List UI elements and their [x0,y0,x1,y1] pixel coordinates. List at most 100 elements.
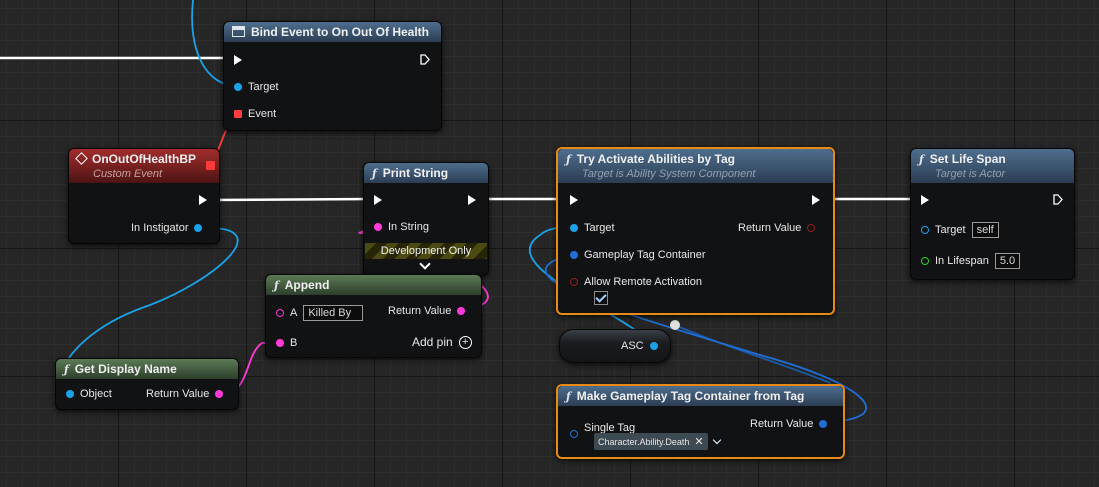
lifespan-exec-in-pin[interactable] [921,195,929,205]
custom-event-title: OnOutOfHealthBP [92,152,196,166]
append-a-label: A [290,307,298,319]
make-tag-container-header[interactable]: ƒ Make Gameplay Tag Container from Tag [558,386,843,406]
asc-wire-to-lifespan [674,324,831,384]
append-a-value[interactable]: Killed By [303,305,364,321]
append-node[interactable]: ƒ Append A Killed By Return Value B Add pi… [265,274,482,358]
in-lifespan-pin[interactable]: In Lifespan 5.0 [921,253,1021,269]
chevron-down-icon[interactable] [712,435,721,445]
reroute-knot[interactable] [670,320,680,330]
lifespan-exec-out-pin[interactable] [1053,194,1063,205]
object-label: Object [80,388,112,400]
bind-event-header[interactable]: Bind Event to On Out Of Health [224,22,441,42]
tag-chip: Character.Ability.Death ✕ [594,433,708,450]
bind-exec-out-pin[interactable] [420,54,430,65]
lifespan-target-pin[interactable]: Target self [921,222,999,238]
get-display-name-node[interactable]: ƒ Get Display Name Object Return Value [55,358,239,410]
set-life-span-header[interactable]: ƒ Set Life Span Target is Actor [911,149,1074,183]
bind-event-title: Bind Event to On Out Of Health [251,25,429,39]
development-only-banner: Development Only [365,243,487,259]
activate-target-label: Target [584,222,615,234]
development-only-label: Development Only [380,245,472,257]
get-display-name-title: Get Display Name [74,362,177,376]
print-exec-out-pin[interactable] [468,195,476,205]
print-string-node[interactable]: ƒ Print String In String Development Only [363,162,489,276]
make-tag-container-node[interactable]: ƒ Make Gameplay Tag Container from Tag Si… [556,384,845,459]
in-instigator-pin[interactable]: In Instigator [131,222,203,234]
set-life-span-subtitle: Target is Actor [935,168,1006,180]
activate-return-pin[interactable]: Return Value [738,222,816,234]
lifespan-target-label: Target [935,224,966,236]
append-a-pin[interactable]: A Killed By [276,305,364,321]
get-display-name-header[interactable]: ƒ Get Display Name [56,359,238,379]
activate-target-pin[interactable]: Target [570,222,615,234]
exec-pin-icon [812,195,820,205]
function-icon: ƒ [566,390,571,403]
gameplay-tag-container-pin[interactable]: Gameplay Tag Container [570,249,705,261]
gameplay-tag-container-label: Gameplay Tag Container [584,249,706,261]
display-name-return-label: Return Value [146,388,210,400]
exec-pin-icon [420,54,430,65]
tag-value-chip[interactable]: Character.Ability.Death ✕ [594,433,721,450]
exec-wire-event-to-print [208,197,373,202]
activate-exec-out-pin[interactable] [812,195,820,205]
event-diamond-icon [75,152,88,165]
add-pin-label: Add pin [412,335,453,349]
bind-event-pin[interactable]: Event [234,108,276,120]
try-activate-node[interactable]: ƒ Try Activate Abilities by Tag Target is… [556,147,835,315]
function-icon: ƒ [274,279,279,292]
asc-label: ASC [621,340,644,352]
append-title: Append [284,278,330,292]
chevron-down-icon[interactable] [419,258,431,270]
function-icon: ƒ [919,153,924,166]
activate-return-label: Return Value [738,222,802,234]
try-activate-header[interactable]: ƒ Try Activate Abilities by Tag Target is… [558,149,833,183]
delegate-icon [232,26,245,37]
asc-output-pin[interactable]: ASC [621,340,658,352]
object-pin[interactable]: Object [66,388,112,400]
in-string-pin[interactable]: In String [374,221,429,233]
function-icon: ƒ [64,363,69,376]
in-string-label: In String [388,221,429,233]
try-activate-subtitle: Target is Ability System Component [582,168,756,180]
set-life-span-title: Set Life Span [929,152,1006,166]
custom-event-header[interactable]: OnOutOfHealthBP Custom Event [69,149,219,183]
exec-pin-icon [234,55,242,65]
close-icon[interactable]: ✕ [694,435,703,448]
bind-event-node[interactable]: Bind Event to On Out Of Health Target Ev… [223,21,442,131]
function-icon: ƒ [372,167,377,180]
set-life-span-node[interactable]: ƒ Set Life Span Target is Actor Target sel… [910,148,1075,280]
append-header[interactable]: ƒ Append [266,275,481,295]
activate-exec-in-pin[interactable] [570,195,578,205]
make-tag-return-label: Return Value [750,418,814,430]
exec-pin-icon [374,195,382,205]
print-string-header[interactable]: ƒ Print String [364,163,488,183]
event-exec-out-pin[interactable] [199,195,207,205]
add-pin-button[interactable]: Add pin + [412,335,472,349]
append-b-label: B [290,337,298,349]
function-icon: ƒ [566,153,571,166]
print-string-title: Print String [382,166,449,180]
try-activate-title: Try Activate Abilities by Tag [576,152,736,166]
delegate-output-pin[interactable] [206,161,215,170]
exec-pin-icon [199,195,207,205]
bind-exec-in-pin[interactable] [234,55,242,65]
print-exec-in-pin[interactable] [374,195,382,205]
exec-pin-icon [921,195,929,205]
lifespan-target-value[interactable]: self [971,222,999,238]
custom-event-subtitle: Custom Event [93,168,163,180]
in-lifespan-value[interactable]: 5.0 [994,253,1021,269]
exec-pin-icon [468,195,476,205]
append-return-label: Return Value [388,305,452,317]
asc-variable-node[interactable]: ASC [559,329,671,363]
append-return-pin[interactable]: Return Value [388,305,466,317]
allow-remote-pin[interactable]: Allow Remote Activation [570,276,702,288]
in-instigator-label: In Instigator [131,222,189,234]
bind-event-label: Event [248,108,277,120]
make-tag-return-pin[interactable]: Return Value [750,418,828,430]
bind-target-pin[interactable]: Target [234,81,279,93]
custom-event-node[interactable]: OnOutOfHealthBP Custom Event In Instigat… [68,148,220,244]
checkbox-icon[interactable] [594,291,608,305]
display-name-return-pin[interactable]: Return Value [146,388,224,400]
append-b-pin[interactable]: B [276,337,297,349]
exec-pin-icon [570,195,578,205]
